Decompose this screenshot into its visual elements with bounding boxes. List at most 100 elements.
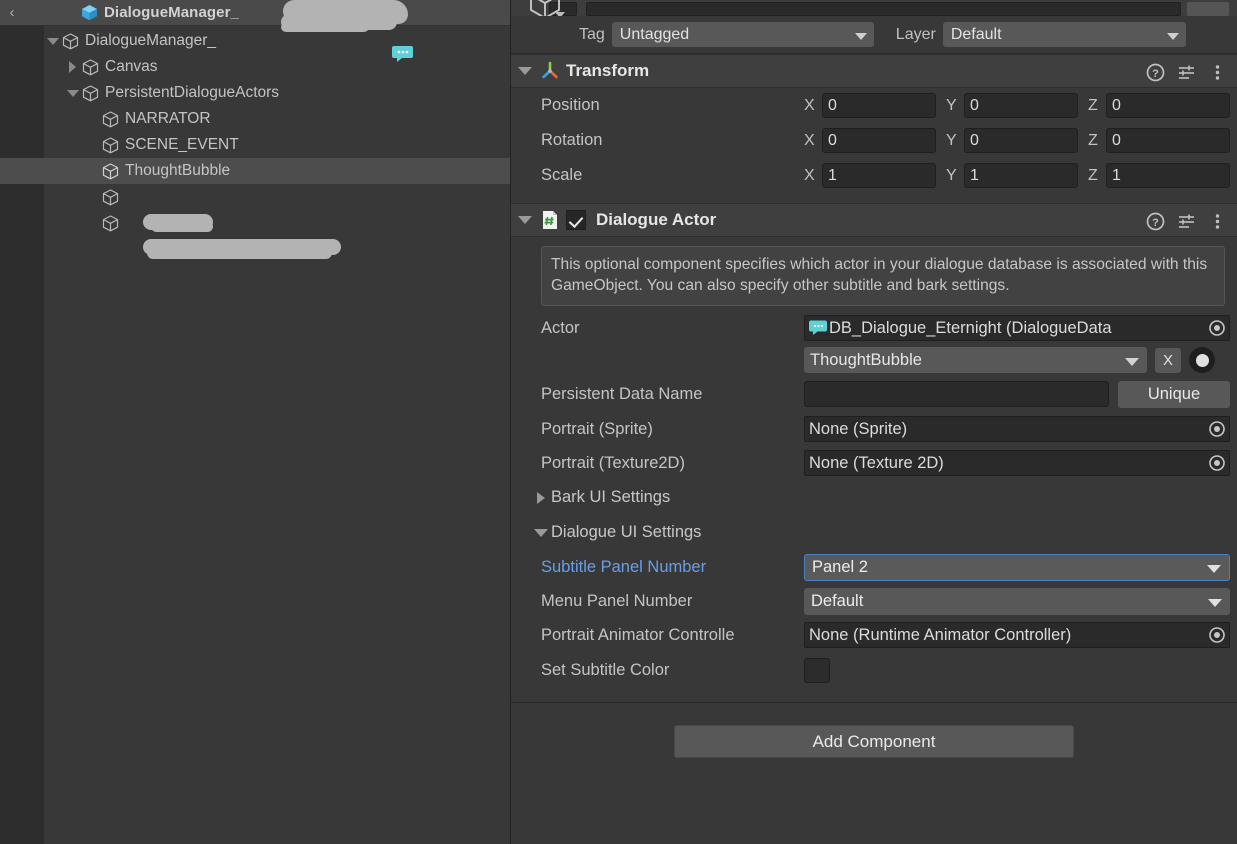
tag-dropdown[interactable]: Untagged	[611, 22, 874, 47]
portrait-animator-controller-value: None (Runtime Animator Controller)	[809, 625, 1072, 644]
hierarchy-row-label: NARRATOR	[125, 110, 211, 127]
portrait-animator-controller-object-field[interactable]: None (Runtime Animator Controller)	[804, 622, 1230, 648]
tag-label: Tag	[579, 25, 605, 43]
axis-x-label: X	[804, 166, 815, 184]
speech-bubble-icon	[392, 44, 414, 68]
hierarchy-row-persistentdialogueactors[interactable]: PersistentDialogueActors	[0, 80, 510, 106]
menu-panel-number-label: Menu Panel Number	[541, 591, 693, 610]
foldout-arrow-icon[interactable]	[44, 28, 61, 54]
actor-object-value: DB_Dialogue_Eternight (DialogueData	[829, 318, 1112, 337]
preset-icon[interactable]	[1177, 63, 1196, 82]
persistent-data-name-input[interactable]	[804, 381, 1109, 407]
position-y-input[interactable]: 0	[964, 93, 1078, 118]
add-component-button[interactable]: Add Component	[674, 725, 1074, 758]
transform-position-row: Position X0 Y0 Z0	[511, 88, 1237, 123]
gameobject-cube-icon	[81, 58, 100, 77]
portrait-texture-object-field[interactable]: None (Texture 2D)	[804, 450, 1230, 476]
rotation-y-input[interactable]: 0	[964, 128, 1078, 153]
component-tools: ?	[1146, 55, 1227, 89]
hierarchy-row-thoughtbubble[interactable]: ThoughtBubble	[0, 158, 510, 184]
position-x-input[interactable]: 0	[822, 93, 936, 118]
unique-button[interactable]: Unique	[1118, 380, 1230, 408]
subtitle-panel-number-value: Panel 2	[812, 557, 868, 576]
object-picker-icon[interactable]	[1207, 453, 1227, 473]
chevron-down-icon	[1208, 599, 1222, 607]
layer-value: Default	[950, 25, 1002, 43]
dialogue-ui-settings-foldout[interactable]: Dialogue UI Settings	[511, 515, 1237, 550]
portrait-animator-controller-label: Portrait Animator Controlle	[541, 625, 735, 644]
object-picker-icon[interactable]	[1207, 625, 1227, 645]
hierarchy-row-narrator[interactable]: NARRATOR	[0, 106, 510, 132]
foldout-arrow-icon[interactable]	[511, 216, 539, 224]
object-picker-icon[interactable]	[1207, 318, 1227, 338]
kebab-menu-icon[interactable]	[1208, 63, 1227, 82]
inspector-panel: Tag Untagged Layer Default Transform ? P…	[510, 0, 1237, 844]
gameobject-cube-icon	[101, 162, 120, 181]
transform-title: Transform	[566, 61, 650, 80]
hierarchy-row-label: DialogueManager_	[85, 32, 216, 49]
position-z-input[interactable]: 0	[1106, 93, 1230, 118]
layer-dropdown[interactable]: Default	[942, 22, 1186, 47]
chevron-down-icon	[1207, 565, 1221, 573]
hierarchy-row-redacted[interactable]	[0, 184, 510, 210]
hierarchy-row[interactable]: DialogueManager_	[0, 28, 510, 54]
hierarchy-tree: DialogueManager_ Canvas PersistentDialog…	[0, 26, 510, 236]
portrait-texture-label: Portrait (Texture2D)	[541, 453, 685, 472]
transform-scale-row: Scale X1 Y1 Z1	[511, 158, 1237, 193]
layer-label: Layer	[895, 25, 936, 43]
back-arrow-icon[interactable]: ‹	[1, 5, 23, 20]
persistent-data-name-label: Persistent Data Name	[541, 384, 703, 403]
subtitle-panel-number-label: Subtitle Panel Number	[541, 557, 707, 576]
preset-icon[interactable]	[1177, 212, 1196, 231]
actor-name-dropdown[interactable]: ThoughtBubble	[804, 347, 1147, 373]
csharp-script-icon	[539, 209, 561, 231]
dialogue-actor-component-header[interactable]: Dialogue Actor ?	[511, 203, 1237, 237]
object-picker-icon[interactable]	[1207, 419, 1227, 439]
dialogue-ui-settings-label: Dialogue UI Settings	[551, 523, 702, 541]
static-flags-dropdown[interactable]	[1187, 2, 1229, 16]
scale-y-input[interactable]: 1	[964, 163, 1078, 188]
foldout-arrow-icon	[531, 528, 551, 537]
radio-dot-icon[interactable]	[1189, 347, 1215, 373]
rotation-x-input[interactable]: 0	[822, 128, 936, 153]
dialogue-actor-enabled-checkbox[interactable]	[566, 210, 586, 230]
scale-vector: X1 Y1 Z1	[804, 163, 1237, 188]
scale-x-input[interactable]: 1	[822, 163, 936, 188]
set-subtitle-color-row: Set Subtitle Color	[511, 652, 1237, 688]
rotation-z-input[interactable]: 0	[1106, 128, 1230, 153]
prefab-cube-icon	[81, 4, 98, 21]
transform-component-header[interactable]: Transform ?	[511, 54, 1237, 88]
transform-rotation-row: Rotation X0 Y0 Z0	[511, 123, 1237, 158]
clear-actor-button[interactable]: X	[1155, 347, 1181, 373]
set-subtitle-color-checkbox[interactable]	[804, 657, 830, 683]
position-label: Position	[541, 96, 600, 114]
menu-panel-number-row: Menu Panel Number Default	[511, 584, 1237, 618]
help-icon[interactable]: ?	[1146, 212, 1165, 231]
hierarchy-row-canvas[interactable]: Canvas	[0, 54, 510, 80]
menu-panel-number-dropdown[interactable]: Default	[804, 587, 1230, 615]
foldout-arrow-icon[interactable]	[64, 80, 81, 106]
component-tools: ?	[1146, 204, 1227, 238]
kebab-menu-icon[interactable]	[1208, 212, 1227, 231]
actor-row: Actor DB_Dialogue_Eternight (DialogueDat…	[511, 312, 1237, 344]
subtitle-panel-number-dropdown[interactable]: Panel 2	[804, 553, 1230, 581]
redaction-mark	[147, 247, 332, 259]
bark-ui-settings-foldout[interactable]: Bark UI Settings	[511, 480, 1237, 515]
redaction-mark	[143, 239, 341, 255]
scale-label: Scale	[541, 166, 583, 184]
hierarchy-row-redacted[interactable]	[0, 210, 510, 236]
hierarchy-row-label: Canvas	[105, 58, 158, 75]
hierarchy-row-label: ThoughtBubble	[125, 162, 231, 179]
foldout-arrow-icon[interactable]	[64, 54, 81, 80]
scale-z-input[interactable]: 1	[1106, 163, 1230, 188]
hierarchy-row-scene-event[interactable]: SCENE_EVENT	[0, 132, 510, 158]
actor-dropdown-row: ThoughtBubble X	[511, 344, 1237, 376]
foldout-arrow-icon[interactable]	[511, 67, 539, 75]
bark-ui-settings-label: Bark UI Settings	[551, 488, 671, 506]
actor-object-field[interactable]: DB_Dialogue_Eternight (DialogueData	[804, 315, 1230, 341]
hierarchy-row-label: PersistentDialogueActors	[105, 84, 280, 101]
gameobject-name-input[interactable]	[586, 2, 1181, 16]
hierarchy-panel: ‹ DialogueManager_ DialogueManager_ Canv…	[0, 0, 510, 844]
help-icon[interactable]: ?	[1146, 63, 1165, 82]
portrait-sprite-object-field[interactable]: None (Sprite)	[804, 416, 1230, 442]
